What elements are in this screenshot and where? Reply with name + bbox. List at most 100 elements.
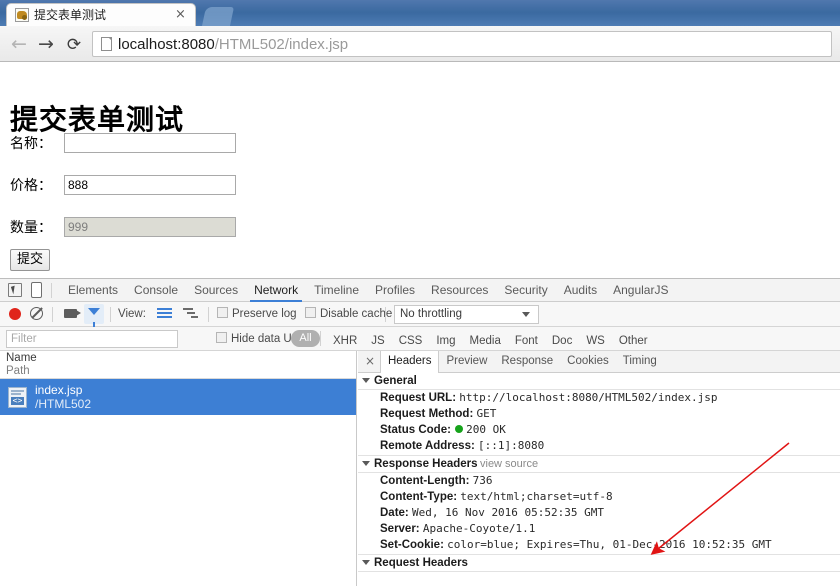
forward-icon[interactable]: → (35, 34, 57, 56)
browser-tab[interactable]: 提交表单测试 × (6, 3, 196, 26)
section-header-request-headers[interactable]: Request Headers (358, 555, 840, 572)
tab-elements[interactable]: Elements (60, 279, 126, 302)
section-header-general[interactable]: General (358, 373, 840, 390)
filter-toggle-button[interactable] (84, 304, 104, 327)
tab-timeline[interactable]: Timeline (306, 279, 367, 302)
triangle-down-icon (362, 378, 370, 383)
request-detail-pane: × Headers Preview Response Cookies Timing Ge… (358, 351, 840, 586)
header-value: [::1]:8080 (478, 439, 545, 452)
preserve-log-checkbox[interactable]: Preserve log (217, 306, 297, 322)
filter-doc[interactable]: Doc (545, 333, 579, 349)
reload-icon[interactable]: ⟳ (63, 34, 85, 56)
tab-cookies[interactable]: Cookies (560, 351, 616, 373)
filter-xhr[interactable]: XHR (326, 333, 364, 349)
chevron-down-icon (522, 312, 530, 317)
devtools-panel: Elements Console Sources Network Timeline Pro… (0, 278, 840, 586)
filter-input[interactable] (6, 330, 178, 348)
tab-timing[interactable]: Timing (616, 351, 664, 373)
address-bar[interactable]: localhost:8080/HTML502/index.jsp (92, 31, 832, 57)
header-row: Status Code: 200 OK (358, 422, 840, 438)
label-price: 价格： (10, 178, 52, 194)
header-name: Request Method: (380, 408, 474, 420)
header-value: 200 OK (466, 423, 506, 436)
column-header-name[interactable]: Name (6, 351, 37, 365)
detail-tabbar: × Headers Preview Response Cookies Timing (358, 351, 840, 374)
list-view-icon[interactable] (157, 308, 172, 319)
address-path: /HTML502/index.jsp (214, 36, 349, 53)
inspect-element-icon[interactable] (8, 283, 22, 297)
tab-strip: 提交表单测试 × (0, 0, 840, 26)
clear-icon[interactable] (30, 307, 43, 320)
page-viewport: 提交表单测试 名称： 价格： 数量： 提交 (0, 62, 840, 278)
detail-tab-list: Headers Preview Response Cookies Timing (380, 351, 664, 374)
header-name: Content-Length: (380, 475, 470, 487)
tab-title: 提交表单测试 (34, 8, 107, 22)
disable-cache-checkbox[interactable]: Disable cache (305, 306, 392, 322)
view-label: View: (118, 308, 146, 320)
header-row: Date: Wed, 16 Nov 2016 05:52:35 GMT (358, 505, 840, 521)
funnel-icon (88, 308, 100, 327)
tomcat-favicon-icon (15, 8, 29, 22)
tab-profiles[interactable]: Profiles (367, 279, 423, 302)
preserve-log-label: Preserve log (232, 308, 297, 320)
column-header-path[interactable]: Path (6, 364, 30, 378)
tab-angularjs[interactable]: AngularJS (605, 279, 676, 302)
filter-all-pill[interactable]: All (291, 330, 320, 347)
filter-media[interactable]: Media (463, 333, 508, 349)
filter-ws[interactable]: WS (579, 333, 612, 349)
name-input[interactable] (64, 133, 236, 153)
section-header-response-headers[interactable]: Response Headers view source (358, 456, 840, 473)
divider (52, 307, 53, 322)
tab-security[interactable]: Security (496, 279, 555, 302)
new-tab-button[interactable] (201, 7, 235, 26)
header-value: http://localhost:8080/HTML502/index.jsp (459, 391, 718, 404)
tab-console[interactable]: Console (126, 279, 186, 302)
filter-img[interactable]: Img (429, 333, 462, 349)
tab-preview[interactable]: Preview (439, 351, 494, 373)
network-toolbar: View: Preserve log Disable cache No thro… (0, 302, 840, 327)
filter-css[interactable]: CSS (392, 333, 430, 349)
record-icon[interactable] (9, 308, 21, 320)
divider (320, 331, 321, 346)
header-value: 736 (472, 474, 493, 487)
header-row: Set-Cookie: color=blue; Expires=Thu, 01-… (358, 537, 840, 553)
tab-resources[interactable]: Resources (423, 279, 496, 302)
tab-sources[interactable]: Sources (186, 279, 246, 302)
throttling-select[interactable]: No throttling (394, 305, 539, 324)
checkbox-icon (217, 307, 228, 318)
triangle-down-icon (362, 461, 370, 466)
close-icon[interactable]: × (363, 354, 377, 369)
waterfall-view-icon[interactable] (183, 308, 199, 319)
screenshot-camera-icon[interactable] (64, 309, 81, 318)
header-row: Request URL: http://localhost:8080/HTML5… (358, 390, 840, 406)
price-input[interactable] (64, 175, 236, 195)
header-name: Remote Address: (380, 440, 475, 452)
network-filter-bar: Hide data URLs All XHRJSCSSImgMediaFontD… (0, 327, 840, 351)
submit-button[interactable]: 提交 (10, 249, 51, 271)
divider (110, 307, 111, 322)
tab-headers[interactable]: Headers (380, 351, 440, 374)
header-row: Content-Length: 736 (358, 473, 840, 489)
divider (208, 307, 209, 322)
filter-font[interactable]: Font (508, 333, 545, 349)
device-toolbar-icon[interactable] (31, 282, 42, 298)
section-title: Response Headers (374, 458, 478, 470)
tab-audits[interactable]: Audits (556, 279, 605, 302)
quantity-input (64, 217, 236, 237)
close-icon[interactable]: × (174, 8, 187, 21)
disable-cache-label: Disable cache (320, 308, 393, 320)
tab-network[interactable]: Network (246, 279, 306, 302)
header-name: Server: (380, 523, 420, 535)
header-value: GET (476, 407, 497, 420)
browser-window: 提交表单测试 × ← → ⟳ localhost:8080/HTML502/in… (0, 0, 840, 586)
view-source-link[interactable]: view source (480, 456, 538, 472)
header-row: Remote Address: [::1]:8080 (358, 438, 840, 454)
filter-js[interactable]: JS (364, 333, 391, 349)
devtools-tab-list: Elements Console Sources Network Timeline Pro… (60, 279, 676, 302)
table-row[interactable]: <> index.jsp /HTML502 (0, 379, 356, 415)
tab-response[interactable]: Response (494, 351, 560, 373)
triangle-down-icon (362, 560, 370, 565)
back-icon[interactable]: ← (8, 34, 30, 56)
filter-other[interactable]: Other (612, 333, 655, 349)
headers-content: General Request URL: http://localhost:80… (358, 373, 840, 586)
